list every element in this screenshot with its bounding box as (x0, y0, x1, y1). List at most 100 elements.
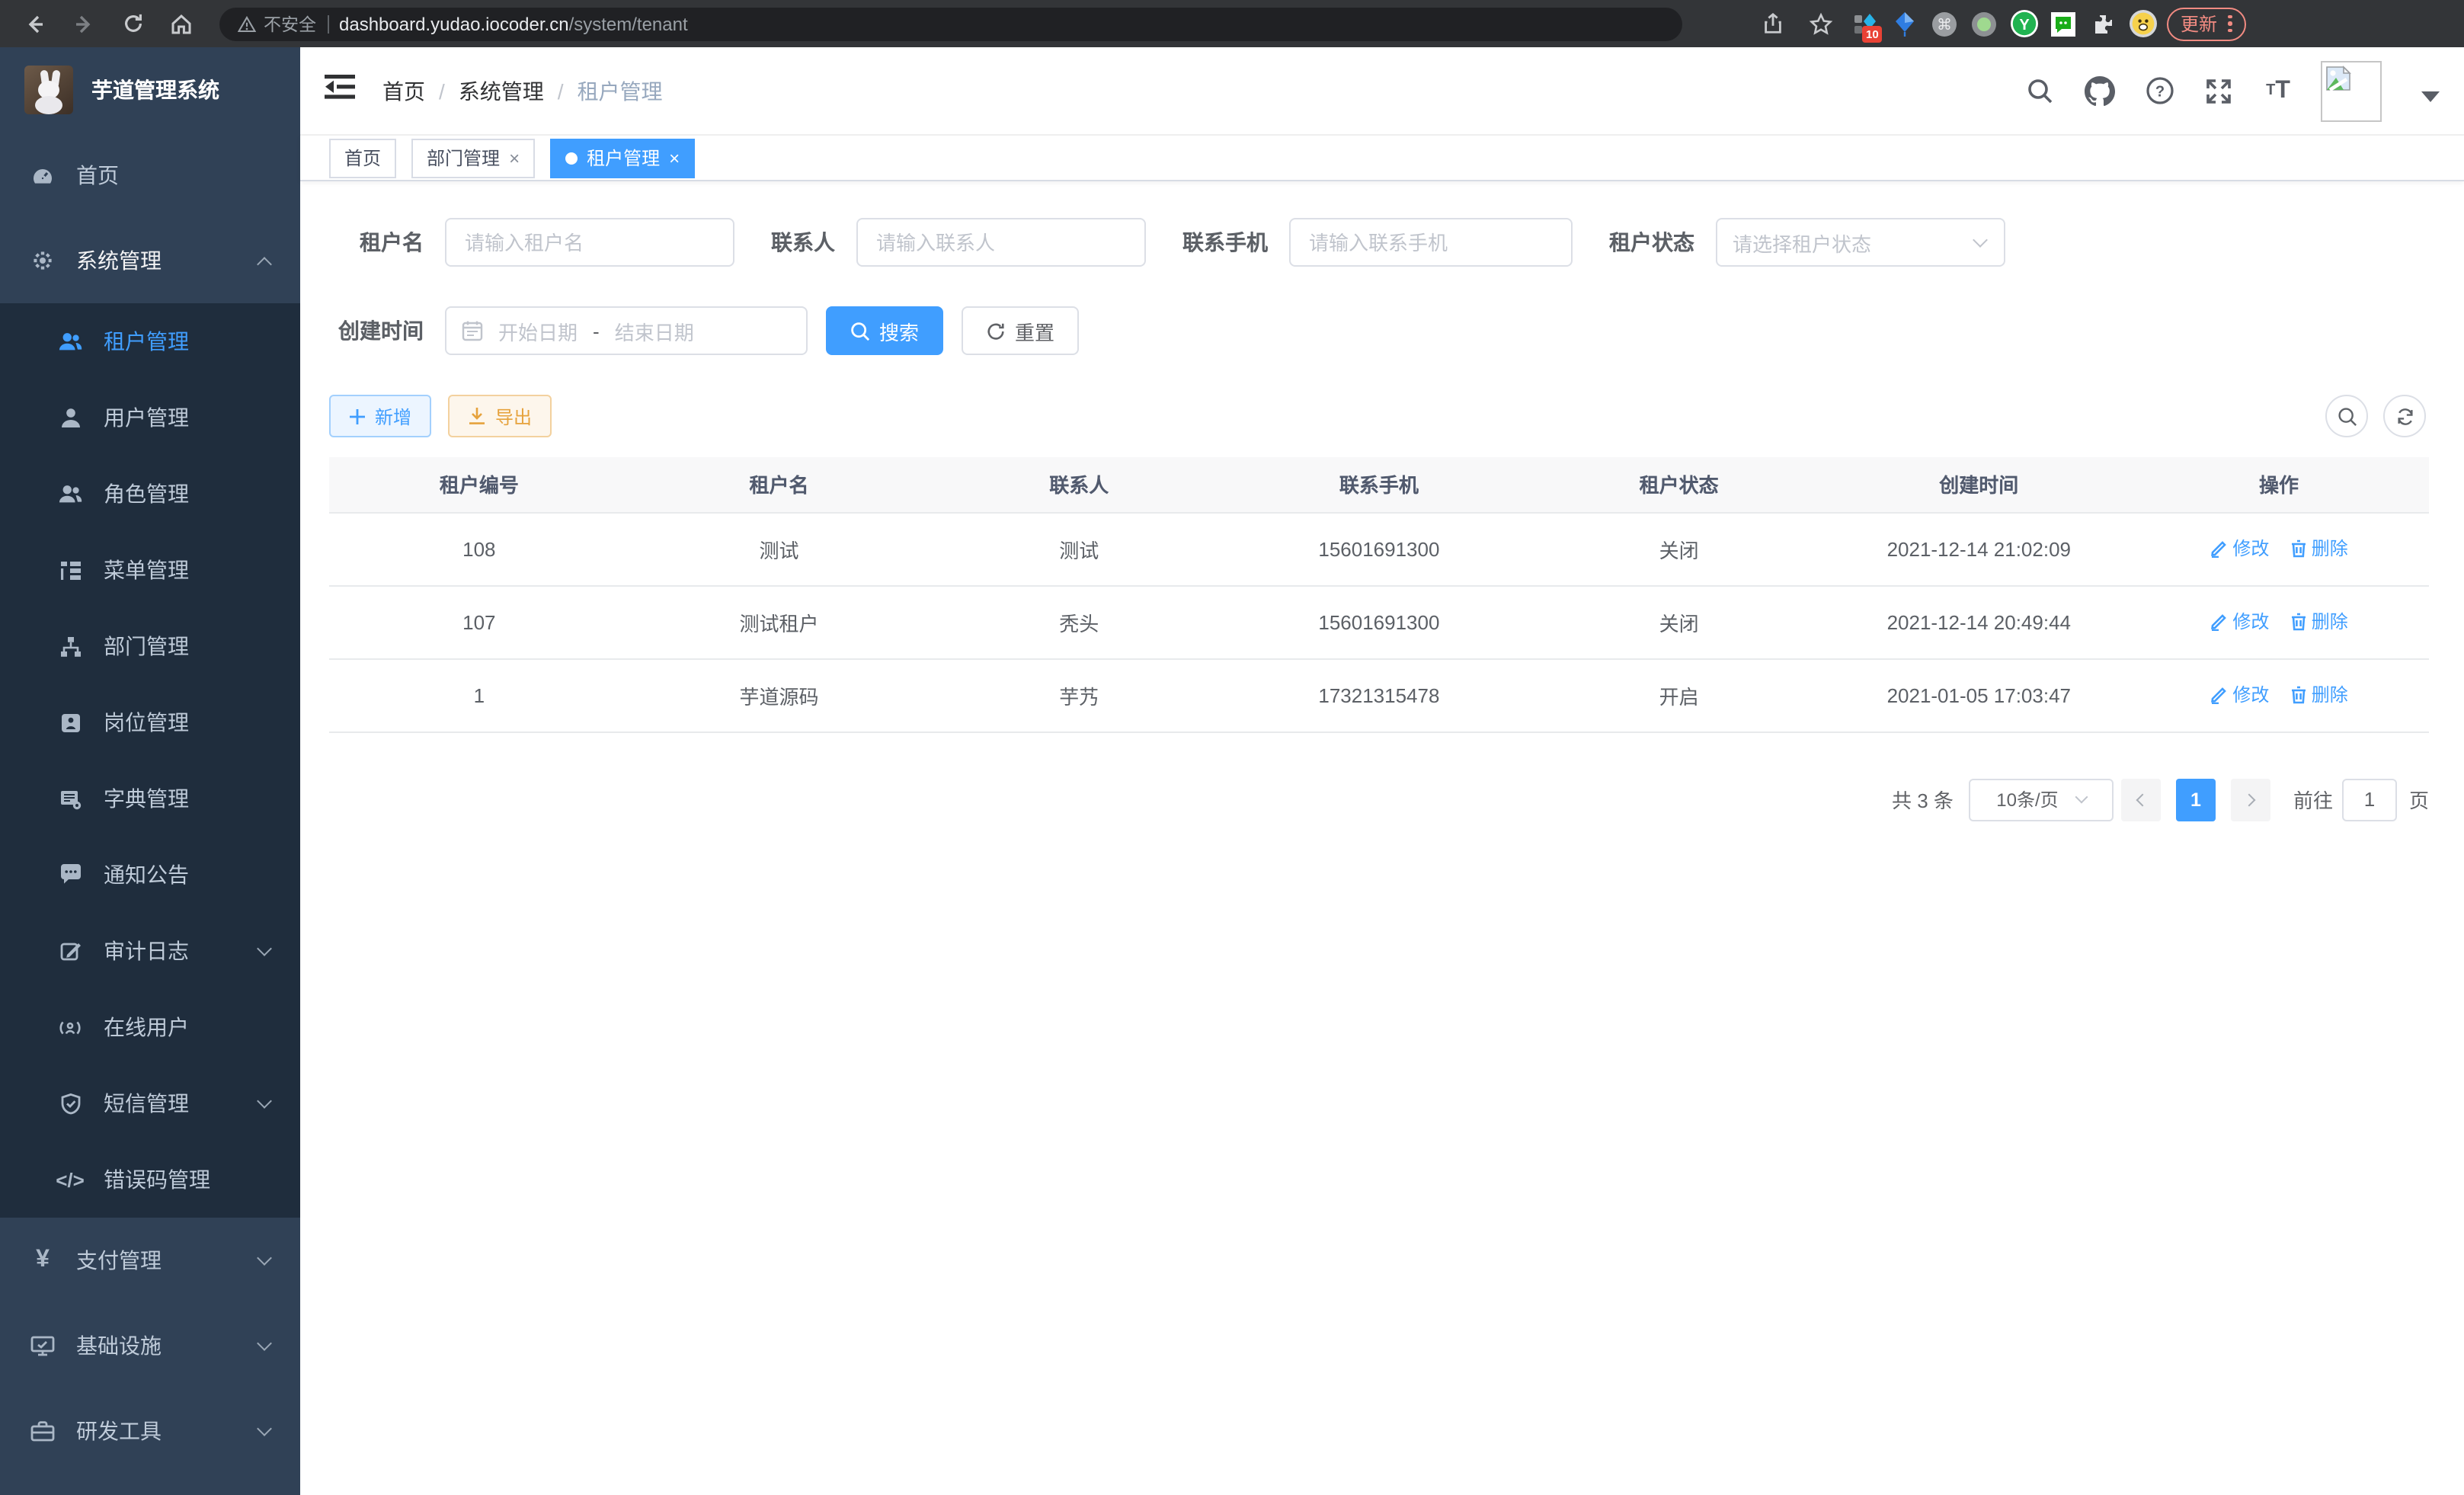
browser-update-button[interactable]: 更新 (2167, 7, 2245, 40)
page-size-select[interactable]: 10条/页 (1969, 778, 2114, 821)
sidebar-item-user[interactable]: 用户管理 (0, 379, 300, 456)
extension-tag-manager-icon[interactable]: 10 (1850, 8, 1880, 39)
sidebar-item-error-code[interactable]: </> 错误码管理 (0, 1141, 300, 1218)
extensions-puzzle-icon[interactable] (2088, 8, 2118, 39)
add-button[interactable]: 新增 (329, 395, 431, 437)
close-icon[interactable]: × (509, 147, 520, 168)
tags-view: 首页 部门管理× 租户管理× (300, 136, 2464, 181)
sidebar-item-system[interactable]: 系统管理 (0, 218, 300, 303)
toggle-search-button[interactable] (2325, 395, 2368, 437)
sidebar-item-notice[interactable]: 通知公告 (0, 837, 300, 913)
sidebar-item-label: 审计日志 (104, 936, 189, 966)
status-select[interactable]: 请选择租户状态 (1716, 218, 2005, 267)
sidebar-item-label: 在线用户 (104, 1012, 189, 1042)
extension-badge: 10 (1862, 25, 1883, 42)
fullscreen-icon[interactable] (2202, 74, 2235, 107)
col-actions: 操作 (2129, 457, 2429, 512)
sidebar-item-audit-log[interactable]: 审计日志 (0, 913, 300, 989)
browser-toolbar: 不安全 dashboard.yudao.iocoder.cn/system/te… (0, 0, 2464, 47)
page-unit-label: 页 (2409, 785, 2429, 814)
security-warning-icon[interactable]: 不安全 (238, 11, 316, 36)
share-icon[interactable] (1752, 4, 1792, 43)
refresh-table-button[interactable] (2383, 395, 2426, 437)
next-page-button[interactable] (2231, 778, 2270, 821)
tab-home[interactable]: 首页 (329, 138, 396, 178)
address-bar[interactable]: 不安全 dashboard.yudao.iocoder.cn/system/te… (219, 7, 1682, 40)
sidebar-item-role[interactable]: 角色管理 (0, 456, 300, 532)
sidebar-item-tenant[interactable]: 租户管理 (0, 303, 300, 379)
sidebar-item-menu[interactable]: 菜单管理 (0, 532, 300, 608)
goto-page-input[interactable] (2342, 778, 2397, 821)
delete-link[interactable]: 删除 (2290, 609, 2348, 635)
extension-chat-icon[interactable] (2048, 8, 2078, 39)
sidebar-item-label: 基础设施 (76, 1330, 162, 1361)
breadcrumb-separator: / (558, 78, 564, 103)
breadcrumb: 首页 / 系统管理 / 租户管理 (382, 75, 663, 106)
sidebar-item-dict[interactable]: 字典管理 (0, 760, 300, 837)
reset-button[interactable]: 重置 (962, 306, 1079, 355)
sidebar-item-home[interactable]: 首页 (0, 133, 300, 218)
sidebar-item-label: 系统管理 (76, 245, 162, 276)
sidebar-item-post[interactable]: 岗位管理 (0, 684, 300, 760)
browser-home-icon[interactable] (162, 4, 201, 43)
sidebar-fold-icon[interactable] (325, 73, 355, 108)
tenant-name-input[interactable] (445, 218, 734, 267)
extension-command-icon[interactable]: ⌘ (1929, 8, 1960, 39)
browser-reload-icon[interactable] (113, 4, 152, 43)
app-logo[interactable]: 芋道管理系统 (0, 47, 300, 133)
avatar-dropdown-caret-icon[interactable] (2421, 91, 2440, 102)
tab-dept[interactable]: 部门管理× (411, 138, 535, 178)
sidebar-item-dev-tools[interactable]: 研发工具 (0, 1388, 300, 1474)
col-status: 租户状态 (1529, 457, 1829, 512)
search-icon[interactable] (2024, 74, 2057, 107)
github-icon[interactable] (2083, 74, 2117, 107)
bookmark-star-icon[interactable] (1801, 4, 1841, 43)
mobile-input[interactable] (1289, 218, 1573, 267)
extension-recorder-icon[interactable] (1969, 8, 1999, 39)
page-number-1[interactable]: 1 (2176, 778, 2216, 821)
prev-page-button[interactable] (2121, 778, 2161, 821)
contact-input[interactable] (856, 218, 1146, 267)
browser-back-icon[interactable] (15, 4, 55, 43)
sidebar-item-label: 错误码管理 (104, 1164, 210, 1195)
sidebar-item-online-user[interactable]: 在线用户 (0, 989, 300, 1065)
font-size-icon[interactable]: TT (2261, 74, 2295, 107)
chevron-down-icon (257, 1336, 272, 1351)
search-button[interactable]: 搜索 (826, 306, 943, 355)
sms-shield-icon (58, 1091, 82, 1116)
active-tab-dot (565, 152, 578, 164)
chevron-left-icon (2136, 793, 2149, 806)
col-tenant-name: 租户名 (629, 457, 930, 512)
extension-kite-icon[interactable] (1890, 8, 1920, 39)
help-icon[interactable]: ? (2142, 74, 2176, 107)
menu-tree-icon (58, 558, 82, 582)
sidebar-item-infra[interactable]: 基础设施 (0, 1303, 300, 1388)
browser-menu-icon[interactable] (2228, 15, 2232, 33)
delete-link[interactable]: 删除 (2290, 682, 2348, 708)
breadcrumb-home[interactable]: 首页 (382, 75, 425, 106)
col-tenant-id: 租户编号 (329, 457, 629, 512)
edit-link[interactable]: 修改 (2210, 609, 2269, 635)
sidebar-item-dept[interactable]: 部门管理 (0, 608, 300, 684)
edit-link[interactable]: 修改 (2210, 682, 2269, 708)
sidebar-item-sms[interactable]: 短信管理 (0, 1065, 300, 1141)
start-date-placeholder: 开始日期 (498, 316, 578, 345)
svg-text:?: ? (2155, 83, 2164, 100)
sidebar-item-pay[interactable]: ¥ 支付管理 (0, 1218, 300, 1303)
edit-link[interactable]: 修改 (2210, 536, 2269, 562)
create-time-range-picker[interactable]: 开始日期 - 结束日期 (445, 306, 808, 355)
tab-tenant[interactable]: 租户管理× (550, 138, 695, 178)
extension-y-icon[interactable]: Y (2008, 8, 2039, 39)
status-label: 租户状态 (1609, 227, 1694, 258)
delete-link[interactable]: 删除 (2290, 536, 2348, 562)
tenant-users-icon (58, 329, 82, 354)
export-button[interactable]: 导出 (448, 395, 552, 437)
close-icon[interactable]: × (669, 147, 680, 168)
profile-avatar-icon[interactable] (2127, 8, 2158, 39)
user-avatar[interactable] (2321, 60, 2382, 121)
trash-icon (2290, 686, 2307, 704)
breadcrumb-system[interactable]: 系统管理 (459, 75, 544, 106)
broken-image-icon (2325, 65, 2351, 91)
browser-forward-icon[interactable] (64, 4, 104, 43)
tenant-name-label: 租户名 (329, 227, 424, 258)
